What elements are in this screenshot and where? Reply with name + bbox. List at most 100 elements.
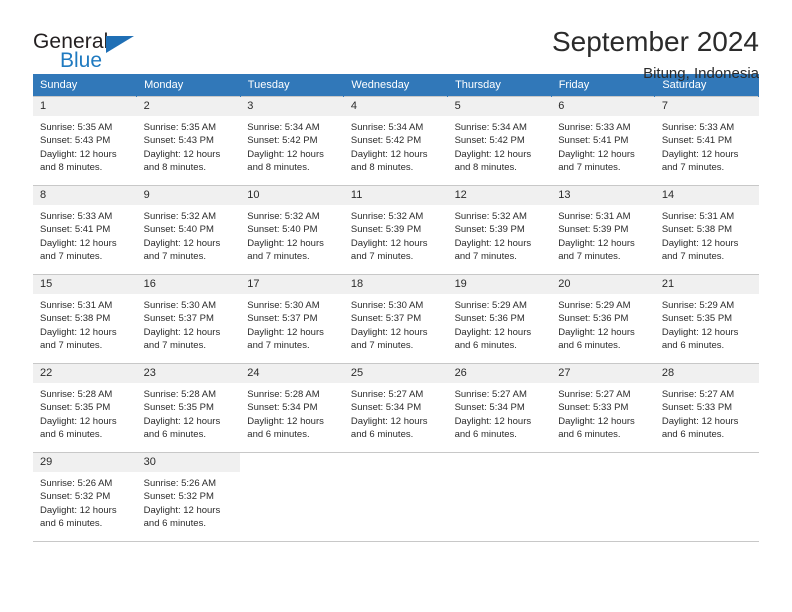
sunset-text: Sunset: 5:39 PM: [350, 224, 422, 236]
daylight-text: Daylight: 12 hours and 6 minutes.: [143, 504, 221, 530]
day-number: 5: [447, 97, 552, 116]
sunrise-text: Sunrise: 5:31 AM: [558, 211, 631, 222]
sunset-text: Sunset: 5:43 PM: [143, 135, 214, 147]
sunrise-text: Sunrise: 5:32 AM: [143, 211, 216, 222]
weekday-header-thursday: Thursday: [447, 74, 552, 97]
weekday-header-tuesday: Tuesday: [240, 74, 345, 97]
daylight-text: Daylight: 12 hours and 6 minutes.: [143, 415, 221, 441]
day-cell[interactable]: 9 Sunrise: 5:32 AM Sunset: 5:40 PM Daylight…: [136, 185, 241, 275]
day-number: [655, 453, 759, 472]
sunrise-text: Sunrise: 5:35 AM: [143, 122, 216, 133]
daylight-text: Daylight: 12 hours and 6 minutes.: [558, 326, 635, 352]
daylight-text: Daylight: 12 hours and 7 minutes.: [143, 237, 221, 263]
day-details: Sunrise: 5:35 AM Sunset: 5:43 PM Daylight:…: [137, 116, 241, 175]
daylight-text: Daylight: 12 hours and 8 minutes.: [247, 148, 324, 174]
day-number: 7: [654, 97, 759, 116]
sunset-text: Sunset: 5:36 PM: [454, 313, 525, 325]
day-number: [551, 453, 655, 472]
day-cell[interactable]: 19 Sunrise: 5:29 AM Sunset: 5:36 PM Dayligh…: [447, 274, 552, 364]
day-details: Sunrise: 5:26 AM Sunset: 5:32 PM Daylight:…: [137, 472, 241, 531]
day-number: 23: [136, 364, 241, 383]
daylight-text: Daylight: 12 hours and 6 minutes.: [661, 326, 739, 352]
day-cell-empty: [654, 452, 759, 542]
day-cell-empty: [240, 452, 344, 542]
day-cell[interactable]: 13 Sunrise: 5:31 AM Sunset: 5:39 PM Dayligh…: [551, 185, 655, 275]
day-cell[interactable]: 12 Sunrise: 5:32 AM Sunset: 5:39 PM Dayligh…: [447, 185, 552, 275]
day-cell[interactable]: 22 Sunrise: 5:28 AM Sunset: 5:35 PM Dayligh…: [33, 363, 137, 453]
day-cell[interactable]: 1 Sunrise: 5:35 AM Sunset: 5:43 PM Daylight…: [33, 96, 137, 186]
day-cell[interactable]: 21 Sunrise: 5:29 AM Sunset: 5:35 PM Dayligh…: [654, 274, 759, 364]
day-details: Sunrise: 5:29 AM Sunset: 5:35 PM Daylight:…: [655, 294, 759, 353]
weekday-header-sunday: Sunday: [33, 74, 138, 97]
day-number: 9: [136, 186, 241, 205]
sunset-text: Sunset: 5:37 PM: [350, 313, 422, 325]
sunrise-text: Sunrise: 5:28 AM: [40, 389, 113, 400]
day-cell[interactable]: 24 Sunrise: 5:28 AM Sunset: 5:34 PM Dayligh…: [240, 363, 344, 453]
daylight-text: Daylight: 12 hours and 7 minutes.: [558, 237, 635, 263]
daylight-text: Daylight: 12 hours and 6 minutes.: [247, 415, 324, 441]
sunset-text: Sunset: 5:42 PM: [454, 135, 525, 147]
day-cell[interactable]: 20 Sunrise: 5:29 AM Sunset: 5:36 PM Dayligh…: [551, 274, 655, 364]
day-cell[interactable]: 3 Sunrise: 5:34 AM Sunset: 5:42 PM Daylight…: [240, 96, 344, 186]
day-cell-empty: [551, 452, 655, 542]
day-cell[interactable]: 6 Sunrise: 5:33 AM Sunset: 5:41 PM Daylight…: [551, 96, 655, 186]
day-number: [448, 453, 552, 472]
sunset-text: Sunset: 5:41 PM: [558, 135, 629, 147]
page-title: September 2024: [551, 26, 759, 57]
day-details: Sunrise: 5:28 AM Sunset: 5:34 PM Daylight:…: [240, 383, 344, 442]
daylight-text: Daylight: 12 hours and 7 minutes.: [454, 237, 532, 263]
day-number: 17: [240, 275, 344, 294]
sunrise-text: Sunrise: 5:31 AM: [40, 300, 113, 311]
day-cell[interactable]: 4 Sunrise: 5:34 AM Sunset: 5:42 PM Daylight…: [343, 96, 448, 186]
sunset-text: Sunset: 5:42 PM: [247, 135, 318, 147]
day-cell[interactable]: 2 Sunrise: 5:35 AM Sunset: 5:43 PM Daylight…: [136, 96, 241, 186]
calendar-page: General Blue September 2024 Bitung, Indo…: [0, 0, 792, 612]
day-cell[interactable]: 29 Sunrise: 5:26 AM Sunset: 5:32 PM Dayligh…: [33, 452, 137, 542]
sunrise-text: Sunrise: 5:28 AM: [247, 389, 320, 400]
day-cell[interactable]: 27 Sunrise: 5:27 AM Sunset: 5:33 PM Dayligh…: [551, 363, 655, 453]
day-details: Sunrise: 5:33 AM Sunset: 5:41 PM Daylight:…: [655, 116, 759, 175]
day-details: Sunrise: 5:31 AM Sunset: 5:39 PM Daylight:…: [551, 205, 655, 264]
day-cell[interactable]: 8 Sunrise: 5:33 AM Sunset: 5:41 PM Daylight…: [33, 185, 137, 275]
daylight-text: Daylight: 12 hours and 6 minutes.: [40, 415, 117, 441]
sunrise-text: Sunrise: 5:26 AM: [143, 478, 216, 489]
day-number: 21: [654, 275, 759, 294]
day-details: Sunrise: 5:29 AM Sunset: 5:36 PM Daylight:…: [448, 294, 552, 353]
day-cell[interactable]: 30 Sunrise: 5:26 AM Sunset: 5:32 PM Dayligh…: [136, 452, 241, 542]
day-number: 3: [240, 97, 344, 116]
day-number: 20: [551, 275, 655, 294]
day-cell[interactable]: 17 Sunrise: 5:30 AM Sunset: 5:37 PM Dayligh…: [240, 274, 344, 364]
day-cell[interactable]: 16 Sunrise: 5:30 AM Sunset: 5:37 PM Dayligh…: [136, 274, 241, 364]
day-details: Sunrise: 5:31 AM Sunset: 5:38 PM Daylight:…: [655, 205, 759, 264]
day-number: 24: [240, 364, 344, 383]
day-number: 8: [33, 186, 137, 205]
day-cell[interactable]: 23 Sunrise: 5:28 AM Sunset: 5:35 PM Dayligh…: [136, 363, 241, 453]
day-cell[interactable]: 10 Sunrise: 5:32 AM Sunset: 5:40 PM Dayligh…: [240, 185, 344, 275]
day-details: Sunrise: 5:32 AM Sunset: 5:40 PM Daylight:…: [240, 205, 344, 264]
day-details: Sunrise: 5:27 AM Sunset: 5:34 PM Daylight:…: [344, 383, 448, 442]
sunset-text: Sunset: 5:35 PM: [143, 402, 214, 414]
day-cell[interactable]: 28 Sunrise: 5:27 AM Sunset: 5:33 PM Dayligh…: [654, 363, 759, 453]
day-cell[interactable]: 26 Sunrise: 5:27 AM Sunset: 5:34 PM Dayligh…: [447, 363, 552, 453]
sunrise-text: Sunrise: 5:29 AM: [558, 300, 631, 311]
day-cell[interactable]: 14 Sunrise: 5:31 AM Sunset: 5:38 PM Dayligh…: [654, 185, 759, 275]
day-number: 28: [654, 364, 759, 383]
weekday-header-monday: Monday: [136, 74, 241, 97]
day-details: Sunrise: 5:34 AM Sunset: 5:42 PM Daylight:…: [344, 116, 448, 175]
day-cell[interactable]: 15 Sunrise: 5:31 AM Sunset: 5:38 PM Dayligh…: [33, 274, 137, 364]
day-details: Sunrise: 5:33 AM Sunset: 5:41 PM Daylight:…: [33, 205, 137, 264]
daylight-text: Daylight: 12 hours and 6 minutes.: [350, 415, 428, 441]
sunset-text: Sunset: 5:35 PM: [40, 402, 111, 414]
logo-general-blue[interactable]: General Blue: [33, 26, 153, 71]
day-cell[interactable]: 25 Sunrise: 5:27 AM Sunset: 5:34 PM Dayligh…: [343, 363, 448, 453]
day-cell[interactable]: 5 Sunrise: 5:34 AM Sunset: 5:42 PM Daylight…: [447, 96, 552, 186]
day-cell[interactable]: 18 Sunrise: 5:30 AM Sunset: 5:37 PM Dayligh…: [343, 274, 448, 364]
day-number: 11: [343, 186, 448, 205]
sunset-text: Sunset: 5:38 PM: [661, 224, 733, 236]
day-number: 4: [343, 97, 448, 116]
sunset-text: Sunset: 5:39 PM: [558, 224, 629, 236]
day-cell[interactable]: 11 Sunrise: 5:32 AM Sunset: 5:39 PM Dayligh…: [343, 185, 448, 275]
calendar-week-row: 8 Sunrise: 5:33 AM Sunset: 5:41 PM Daylight…: [33, 185, 759, 275]
day-cell[interactable]: 7 Sunrise: 5:33 AM Sunset: 5:41 PM Daylight…: [654, 96, 759, 186]
sunrise-text: Sunrise: 5:27 AM: [454, 389, 527, 400]
